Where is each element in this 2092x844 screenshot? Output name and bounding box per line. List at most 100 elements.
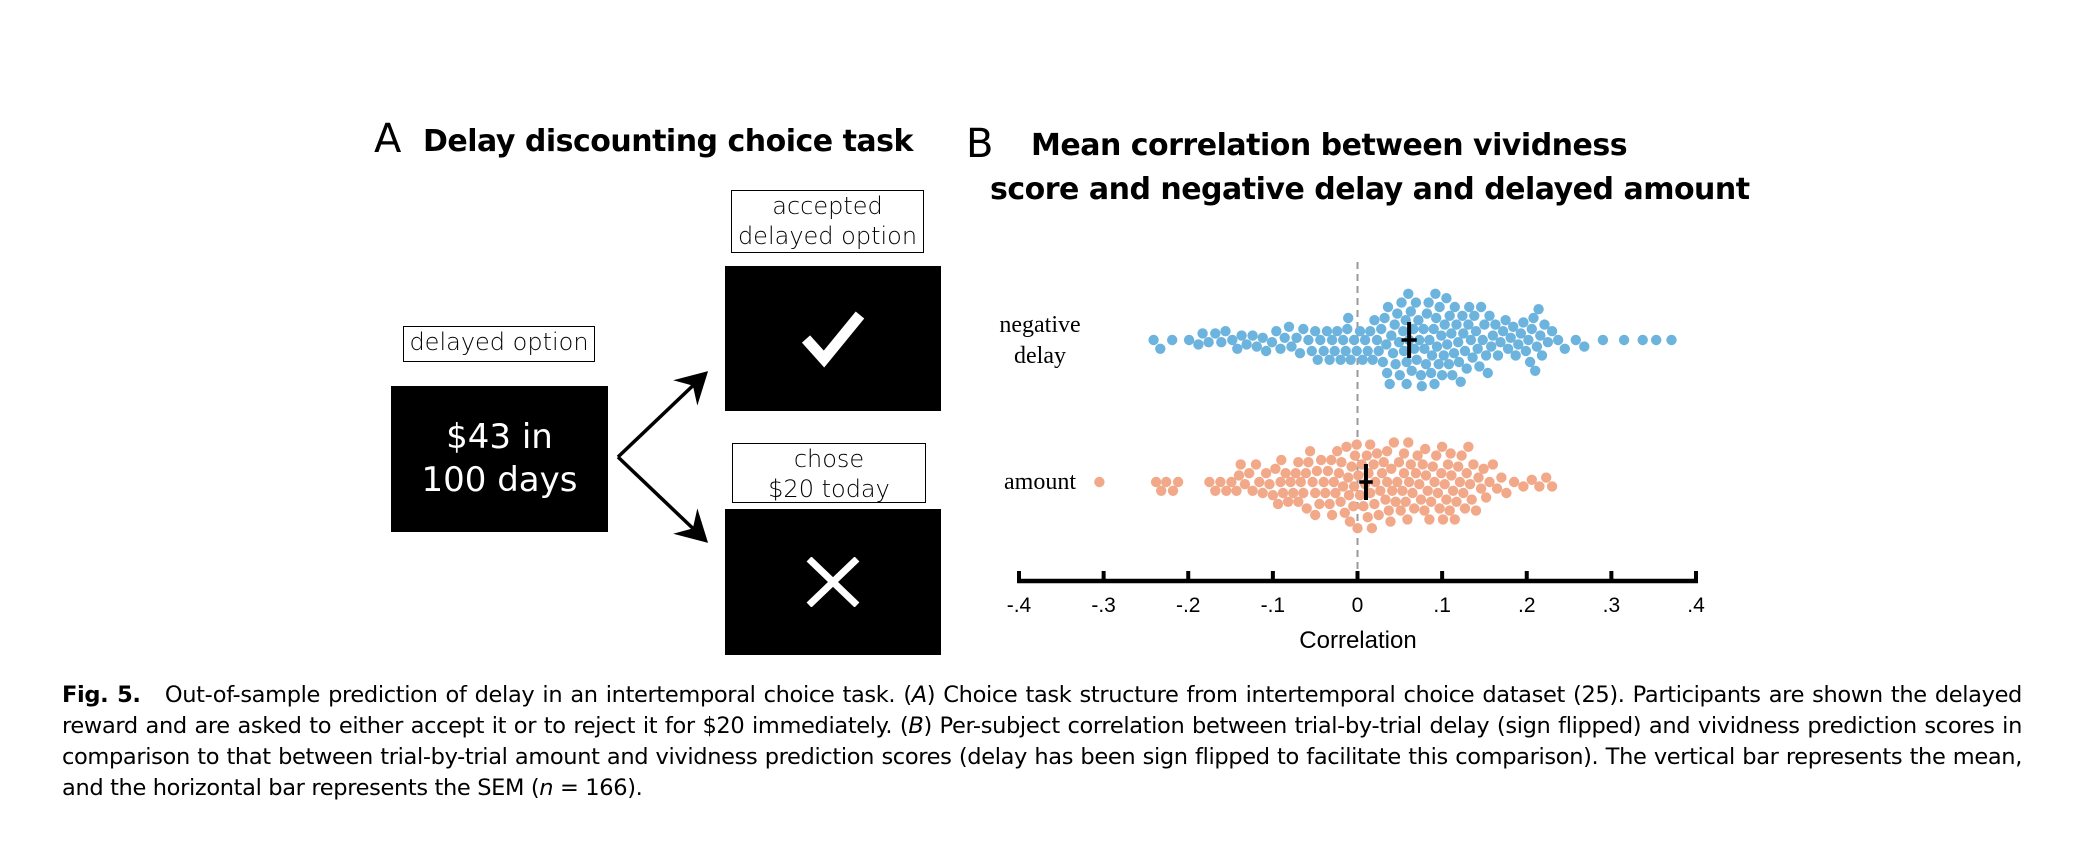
x-tick-label: -.2	[1176, 594, 1201, 617]
data-point	[1445, 448, 1456, 459]
beeswarm-chart: -.4 -.3 -.2 -.1 0 .1 .2 .3 .4 Correlation	[1007, 262, 1705, 654]
data-point	[1531, 341, 1543, 352]
data-point	[1420, 443, 1431, 455]
data-point	[1392, 476, 1403, 488]
data-point	[1465, 334, 1477, 346]
data-point	[1380, 494, 1391, 505]
data-point	[1431, 450, 1442, 461]
data-point	[1405, 459, 1417, 470]
data-point	[1381, 367, 1393, 379]
data-point	[1354, 326, 1366, 337]
data-point	[1298, 487, 1309, 499]
data-point	[1271, 326, 1282, 337]
data-point	[1466, 494, 1477, 505]
data-point	[1369, 315, 1380, 326]
data-point	[1430, 288, 1441, 299]
data-point	[1444, 505, 1455, 516]
data-point	[1542, 337, 1554, 348]
x-tick-label: .3	[1603, 594, 1621, 617]
data-point	[1477, 334, 1488, 346]
data-point	[1311, 465, 1323, 477]
data-point	[1398, 448, 1410, 459]
data-point	[1210, 328, 1221, 339]
data-point	[1451, 319, 1462, 330]
data-point	[1528, 312, 1539, 324]
data-point	[1332, 326, 1343, 337]
data-point	[1469, 310, 1480, 321]
data-point	[1247, 330, 1258, 341]
data-point	[1183, 334, 1195, 346]
data-point	[1478, 463, 1489, 474]
data-point	[1533, 304, 1544, 315]
data-point	[1373, 509, 1384, 521]
data-point	[1216, 337, 1227, 348]
data-point	[1341, 441, 1352, 452]
data-point	[1403, 476, 1415, 488]
data-point	[1275, 343, 1286, 354]
data-point	[1480, 350, 1492, 361]
data-point	[1148, 334, 1159, 346]
data-point	[1418, 323, 1429, 335]
data-point	[1346, 461, 1357, 472]
data-point	[1250, 459, 1262, 470]
data-point	[1307, 476, 1318, 488]
data-point	[1427, 461, 1439, 472]
data-point	[1353, 470, 1364, 481]
data-point	[1371, 334, 1383, 346]
data-point	[1463, 441, 1474, 452]
data-point	[1231, 485, 1242, 496]
data-point	[1458, 487, 1469, 499]
data-point	[1203, 337, 1214, 348]
data-point	[1343, 312, 1354, 324]
data-point	[1401, 356, 1412, 368]
data-point	[1167, 485, 1179, 496]
data-point	[1315, 334, 1326, 346]
data-point	[1326, 454, 1337, 466]
data-point	[1403, 437, 1414, 448]
data-point	[1236, 330, 1247, 341]
data-point	[1437, 514, 1449, 525]
data-point	[1480, 492, 1492, 503]
data-point	[1464, 301, 1475, 313]
data-point	[1546, 481, 1558, 492]
data-point	[1448, 348, 1460, 359]
data-point	[1403, 288, 1414, 299]
data-point	[1381, 339, 1392, 350]
data-point	[1381, 446, 1393, 457]
data-point	[1314, 498, 1325, 510]
data-point	[1455, 376, 1466, 387]
data-point	[1161, 476, 1172, 488]
data-point	[1155, 343, 1166, 354]
data-point	[1210, 485, 1221, 496]
data-point	[1094, 476, 1105, 488]
data-point	[1367, 354, 1378, 365]
data-point	[1304, 446, 1316, 457]
data-point	[1257, 487, 1268, 499]
data-point	[1277, 487, 1289, 499]
data-point	[1383, 505, 1395, 516]
data-point	[1301, 503, 1312, 514]
data-point	[1387, 485, 1398, 496]
data-point	[1335, 354, 1346, 365]
data-point	[1413, 315, 1424, 326]
data-point	[1385, 516, 1396, 527]
dots-layer	[1094, 288, 1677, 534]
data-point	[1389, 319, 1400, 330]
x-tick-label: -.1	[1261, 594, 1286, 617]
data-point	[1459, 503, 1471, 514]
data-point	[1453, 461, 1464, 472]
data-point	[1264, 479, 1275, 490]
data-point	[1322, 465, 1334, 477]
data-point	[1407, 487, 1418, 499]
data-point	[1436, 468, 1447, 479]
data-point	[1486, 341, 1497, 352]
data-point	[1342, 323, 1353, 335]
data-point	[1405, 306, 1417, 317]
x-tick-label: .4	[1687, 594, 1705, 617]
data-point	[1470, 326, 1482, 337]
data-point	[1348, 501, 1359, 512]
data-point	[1579, 341, 1590, 352]
data-point	[1464, 479, 1476, 490]
data-point	[1439, 319, 1450, 330]
data-point	[1394, 370, 1406, 381]
